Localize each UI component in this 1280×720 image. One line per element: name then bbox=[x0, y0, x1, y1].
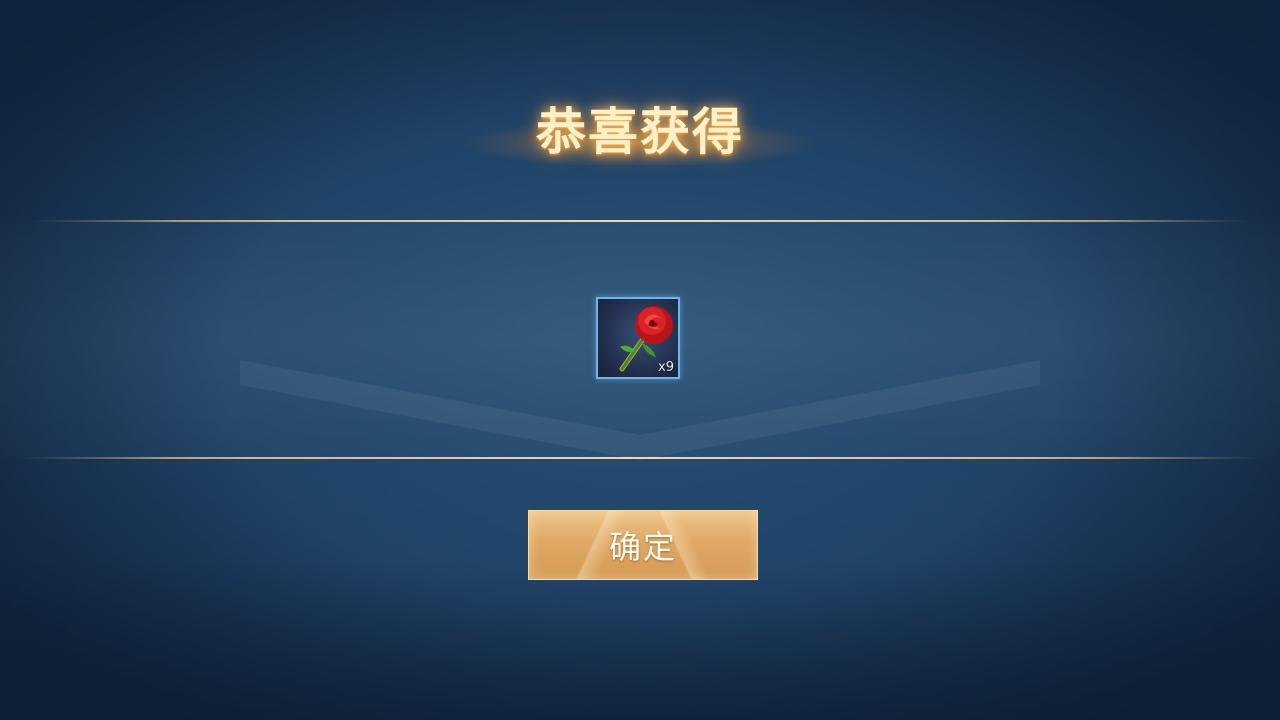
reward-screen: 恭喜获得 x9 确定 bbox=[0, 0, 1280, 720]
reward-item-slot[interactable]: x9 bbox=[596, 297, 680, 379]
confirm-button-label: 确定 bbox=[608, 528, 677, 566]
background-mist bbox=[0, 560, 1280, 720]
top-divider bbox=[30, 220, 1250, 222]
reward-count: x9 bbox=[658, 360, 674, 375]
dialog-title: 恭喜获得 bbox=[536, 103, 744, 161]
confirm-button[interactable]: 确定 bbox=[528, 510, 758, 580]
bottom-divider bbox=[20, 457, 1260, 459]
